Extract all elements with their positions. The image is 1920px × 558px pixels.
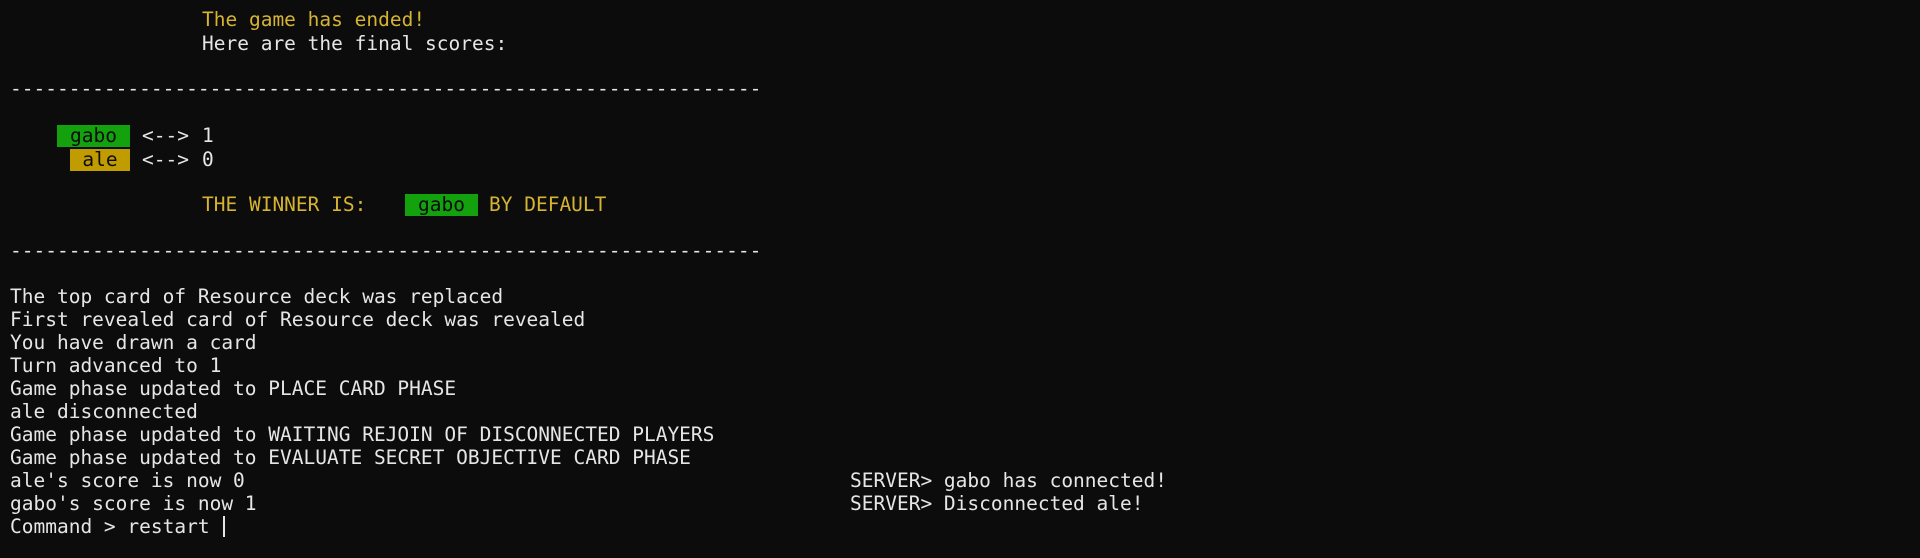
log-line: Game phase updated to EVALUATE SECRET OB… <box>10 446 691 469</box>
log-line: You have drawn a card <box>10 331 257 354</box>
game-ended-text: The game has ended! <box>202 8 426 31</box>
log-line: The top card of Resource deck was replac… <box>10 285 504 308</box>
player-badge-gabo: gabo <box>57 125 130 147</box>
winner-badge: gabo <box>405 194 478 216</box>
server-message: SERVER> gabo has connected! <box>850 469 1167 492</box>
terminal-window: The game has ended! Here are the final s… <box>0 0 1920 558</box>
separator-bottom: ----------------------------------------… <box>10 239 762 262</box>
winner-label: THE WINNER IS: <box>202 193 367 216</box>
prompt-label: Command > <box>10 515 128 538</box>
text-cursor <box>223 516 226 537</box>
log-line: Game phase updated to WAITING REJOIN OF … <box>10 423 715 446</box>
command-prompt[interactable]: Command > restart <box>10 515 226 538</box>
log-line: ale disconnected <box>10 400 198 423</box>
final-scores-text: Here are the final scores: <box>202 32 508 55</box>
score-row: gabo <box>57 124 130 147</box>
separator-top: ----------------------------------------… <box>10 77 762 100</box>
player-badge-ale: ale <box>70 149 130 171</box>
log-line: Turn advanced to 1 <box>10 354 222 377</box>
log-line: ale's score is now 0 <box>10 469 245 492</box>
score-arrow: <--> <box>142 124 189 147</box>
log-line: First revealed card of Resource deck was… <box>10 308 586 331</box>
score-row: ale <box>70 148 130 171</box>
server-message: SERVER> Disconnected ale! <box>850 492 1144 515</box>
score-value: 0 <box>202 148 214 171</box>
log-line: gabo's score is now 1 <box>10 492 257 515</box>
command-input[interactable]: restart <box>127 515 221 538</box>
winner-badge-wrap: gabo <box>405 193 478 216</box>
winner-suffix: BY DEFAULT <box>489 193 607 216</box>
score-value: 1 <box>202 124 214 147</box>
log-line: Game phase updated to PLACE CARD PHASE <box>10 377 457 400</box>
score-arrow: <--> <box>142 148 189 171</box>
